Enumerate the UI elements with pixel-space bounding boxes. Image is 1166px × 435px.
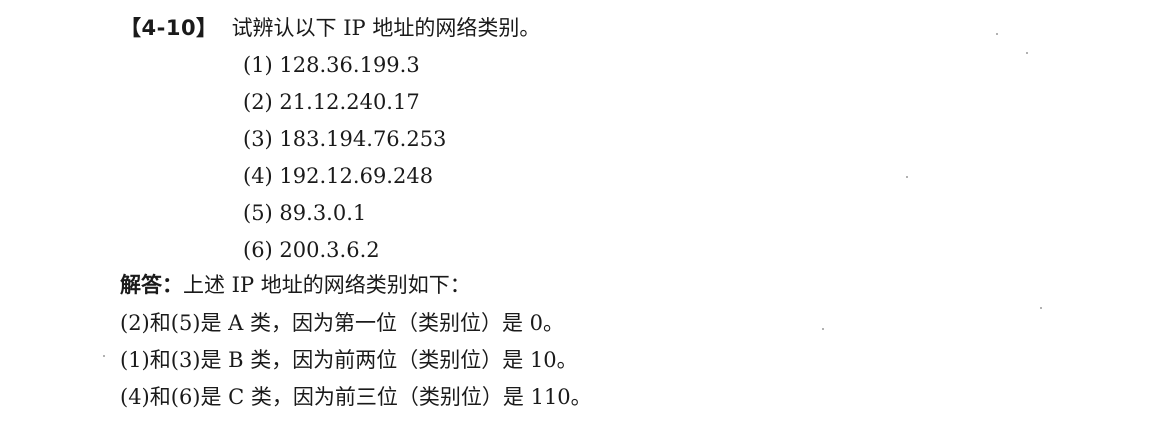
option-6: (6) 200.3.6.2 bbox=[243, 238, 380, 262]
scan-speck bbox=[996, 33, 998, 35]
option-3: (3) 183.194.76.253 bbox=[243, 127, 447, 151]
option-5: (5) 89.3.0.1 bbox=[243, 201, 367, 225]
option-2: (2) 21.12.240.17 bbox=[243, 90, 420, 114]
answer-intro: 上述 IP 地址的网络类别如下： bbox=[183, 273, 471, 297]
question-text: 试辨认以下 IP 地址的网络类别。 bbox=[231, 16, 541, 40]
answer-line-3: (4)和(6)是 C 类，因为前三位（类别位）是 110。 bbox=[120, 385, 592, 409]
question-number: 【4-10】 bbox=[120, 16, 218, 40]
document-page: 【4-10】 试辨认以下 IP 地址的网络类别。 (1) 128.36.199.3… bbox=[0, 0, 1166, 435]
scan-speck bbox=[906, 176, 908, 178]
answer-heading: 解答：上述 IP 地址的网络类别如下： bbox=[120, 272, 471, 298]
option-1: (1) 128.36.199.3 bbox=[243, 53, 420, 77]
scan-speck bbox=[1026, 52, 1028, 54]
answer-label: 解答： bbox=[120, 273, 183, 297]
option-4: (4) 192.12.69.248 bbox=[243, 164, 434, 188]
scan-speck bbox=[822, 328, 824, 330]
answer-line-1: (2)和(5)是 A 类，因为第一位（类别位）是 0。 bbox=[120, 311, 565, 335]
answer-line-2: (1)和(3)是 B 类，因为前两位（类别位）是 10。 bbox=[120, 348, 578, 372]
scan-speck bbox=[1040, 307, 1042, 309]
question-heading: 【4-10】 试辨认以下 IP 地址的网络类别。 bbox=[120, 15, 540, 41]
scan-speck bbox=[103, 355, 105, 357]
